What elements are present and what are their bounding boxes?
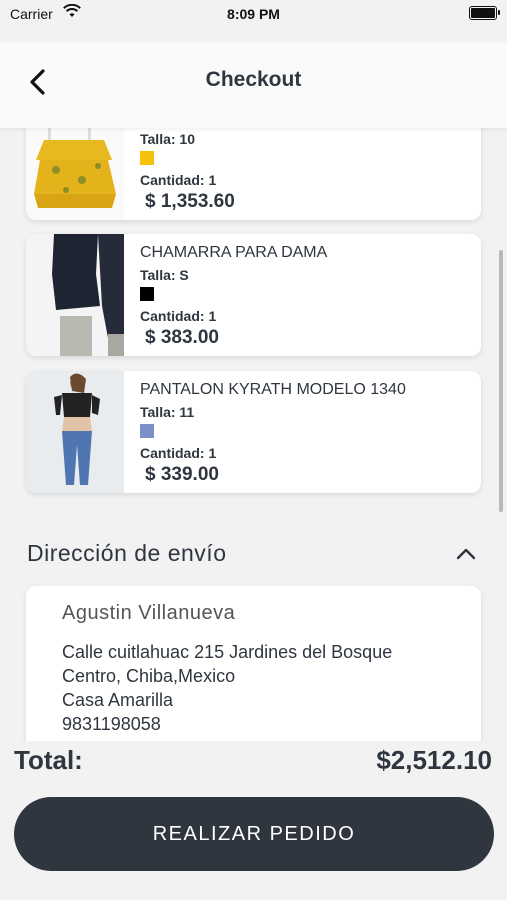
color-swatch bbox=[140, 287, 154, 301]
product-size: Talla: 11 bbox=[140, 404, 195, 420]
product-image bbox=[26, 371, 124, 493]
phone-number: 9831198058 bbox=[62, 714, 161, 734]
product-name: CHAMARRA PARA DAMA bbox=[140, 244, 328, 261]
color-swatch bbox=[140, 151, 154, 165]
total-value: $2,512.10 bbox=[376, 745, 492, 775]
address-line: Calle cuitlahuac 215 Jardines del Bosque bbox=[62, 642, 393, 662]
scrollbar[interactable] bbox=[499, 250, 503, 512]
chevron-up-icon[interactable] bbox=[455, 546, 477, 560]
navigation-bar: Checkout bbox=[0, 42, 507, 128]
place-order-button[interactable]: REALIZAR PEDIDO bbox=[14, 797, 494, 871]
status-time: 8:09 PM bbox=[227, 6, 280, 22]
battery-icon bbox=[469, 6, 500, 20]
checkout-scroll-area[interactable]: Talla: 10 Cantidad: 1 $ 1,353.60 CHAMARR… bbox=[0, 128, 507, 741]
product-size: Talla: 10 bbox=[140, 131, 195, 147]
product-price: $ 339.00 bbox=[145, 464, 219, 485]
shipping-address-card[interactable]: Agustin Villanueva Calle cuitlahuac 215 … bbox=[26, 586, 481, 741]
product-size: Talla: S bbox=[140, 267, 189, 283]
product-quantity: Cantidad: 1 bbox=[140, 445, 217, 461]
color-swatch bbox=[140, 424, 154, 438]
status-bar: Carrier 8:09 PM bbox=[0, 0, 507, 30]
product-name: PANTALON KYRATH MODELO 1340 bbox=[140, 381, 406, 398]
shipping-section-title: Dirección de envío bbox=[27, 540, 227, 566]
cart-item-card[interactable]: CHAMARRA PARA DAMA Talla: S Cantidad: 1 … bbox=[26, 234, 481, 356]
cart-item-card[interactable]: PANTALON KYRATH MODELO 1340 Talla: 11 Ca… bbox=[26, 371, 481, 493]
cart-item-card[interactable]: Talla: 10 Cantidad: 1 $ 1,353.60 bbox=[26, 128, 481, 220]
product-price: $ 1,353.60 bbox=[145, 191, 235, 212]
product-quantity: Cantidad: 1 bbox=[140, 172, 217, 188]
recipient-name: Agustin Villanueva bbox=[62, 602, 236, 624]
product-image bbox=[26, 128, 124, 220]
page-title: Checkout bbox=[205, 68, 302, 91]
address-line: Centro, Chiba,Mexico bbox=[62, 666, 236, 686]
total-label: Total: bbox=[14, 745, 83, 775]
product-image bbox=[26, 234, 124, 356]
product-quantity: Cantidad: 1 bbox=[140, 308, 217, 324]
order-summary: Total: $2,512.10 REALIZAR PEDIDO bbox=[0, 741, 507, 900]
product-price: $ 383.00 bbox=[145, 327, 219, 348]
address-line: Casa Amarilla bbox=[62, 690, 174, 710]
